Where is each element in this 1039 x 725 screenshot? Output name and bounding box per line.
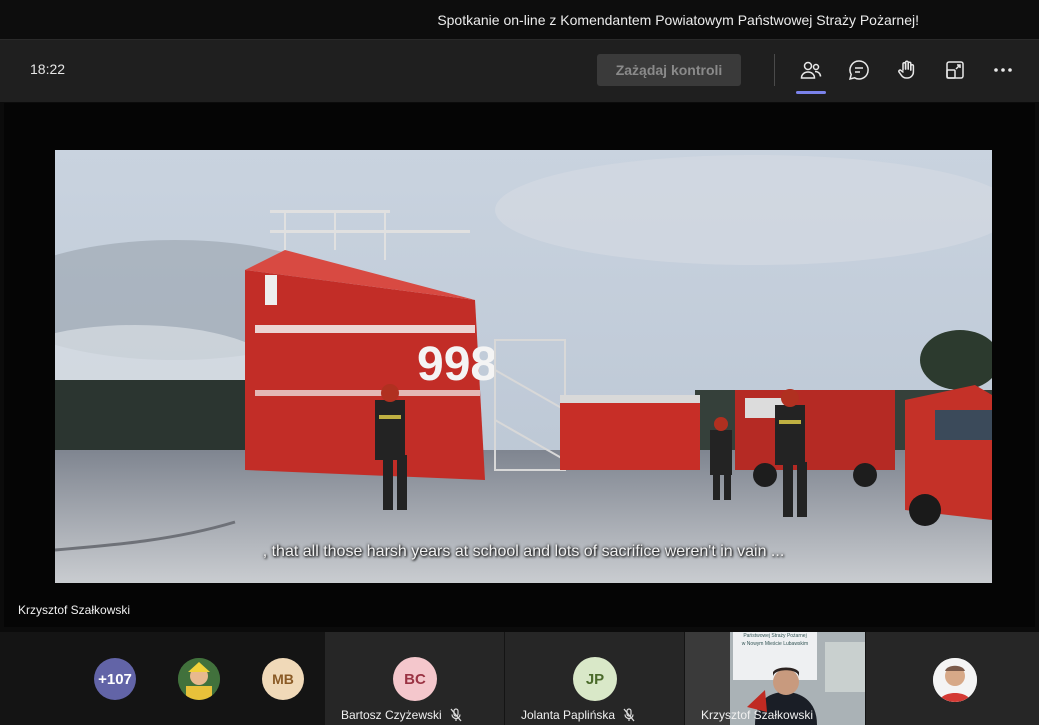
participant-tile-photo[interactable] <box>866 632 1039 725</box>
participant-name-label: Krzysztof Szałkowski <box>701 708 814 722</box>
avatar-photo <box>933 658 977 702</box>
toolbar-divider <box>774 54 775 86</box>
meeting-title: Spotkanie on-line z Komendantem Powiatow… <box>437 12 919 28</box>
mic-off-icon <box>450 708 462 722</box>
presenter-name: Krzysztof Szałkowski <box>18 603 131 617</box>
participant-avatar-jp: JP <box>573 657 617 701</box>
meeting-timer: 18:22 <box>30 61 66 77</box>
participant-name-bartosz: Bartosz Czyżewski <box>341 708 462 722</box>
shared-content-stage: 998 , that all those harsh years at scho… <box>4 103 1035 627</box>
participant-tile-bartosz[interactable]: BC Bartosz Czyżewski <box>325 632 504 725</box>
participant-tile-krzysztof[interactable]: Państwowej Straży Pożarnej w Nowym Mieśc… <box>685 632 865 725</box>
video-frame: 998 <box>55 150 992 583</box>
participant-avatar-bc: BC <box>393 657 437 701</box>
building-number: 998 <box>417 338 497 391</box>
background-sign: Państwowej Straży Pożarnej w Nowym Mieśc… <box>733 632 817 648</box>
chat-icon[interactable] <box>844 55 874 85</box>
participant-name-label: Jolanta Paplińska <box>521 708 616 722</box>
avatar-photo <box>178 658 220 700</box>
overflow-participants-badge[interactable]: +107 <box>94 658 136 700</box>
request-control-button[interactable]: Zażądaj kontroli <box>597 54 741 86</box>
meeting-toolbar: 18:22 Zażądaj kontroli <box>0 40 1039 102</box>
participant-tile-jolanta[interactable]: JP Jolanta Paplińska <box>505 632 684 725</box>
shared-video[interactable]: 998 , that all those harsh years at scho… <box>55 150 992 583</box>
participant-name-jolanta: Jolanta Paplińska <box>521 708 635 722</box>
participants-icon[interactable] <box>796 55 826 94</box>
more-options-icon[interactable] <box>988 55 1018 85</box>
participant-strip: +107 MB BC Bartosz Czyżewski JP Jolanta … <box>0 632 1039 725</box>
video-subtitle: , that all those harsh years at school a… <box>262 543 785 560</box>
sign-line: w Nowym Mieście Lubawskim <box>741 641 809 647</box>
share-tray-icon[interactable] <box>940 55 970 85</box>
participant-name-label: Bartosz Czyżewski <box>341 708 442 722</box>
mic-off-icon <box>623 708 635 722</box>
participant-photo-avatar <box>933 658 977 702</box>
title-bar: Spotkanie on-line z Komendantem Powiatow… <box>0 0 1039 40</box>
raise-hand-icon[interactable] <box>892 55 922 85</box>
participant-name-krzysztof: Krzysztof Szałkowski <box>701 708 813 722</box>
participant-avatar-mb[interactable]: MB <box>262 658 304 700</box>
participant-photo-avatar[interactable] <box>178 658 220 700</box>
sign-line: Państwowej Straży Pożarnej <box>743 633 807 639</box>
